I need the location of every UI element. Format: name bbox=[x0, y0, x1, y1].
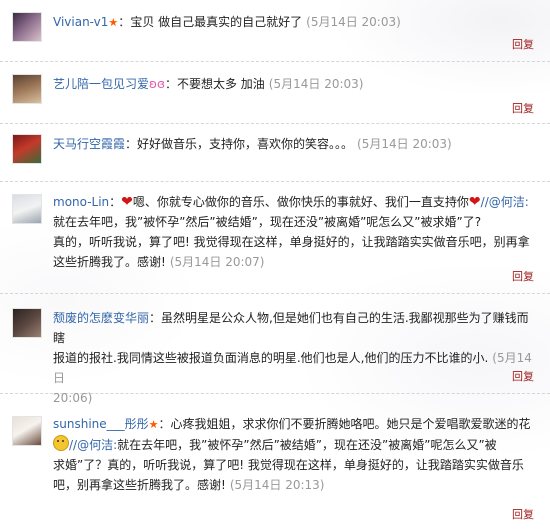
comment-username[interactable]: 颓废的怎麽变华丽 bbox=[53, 311, 149, 325]
reply-button[interactable]: 回复 bbox=[512, 506, 534, 522]
quoted-text: 就在去年吧，我”被怀孕”然后”被结婚”，现在还没”被离婚”呢怎么又”被 bbox=[117, 438, 497, 452]
comment-username[interactable]: 天马行空霞霞 bbox=[53, 137, 125, 151]
repost-reference-link[interactable]: //@何洁: bbox=[69, 438, 117, 452]
heart-icon: ❤ bbox=[468, 194, 481, 210]
comment-time: (5月14日 20:03) bbox=[268, 77, 364, 91]
quoted-text: 这些折腾我了。感谢! bbox=[53, 255, 166, 269]
quoted-text: 求婚”了？真的，听听我说，算了吧! 我觉得现在这样，单身挺好的，让我踏踏实实做音… bbox=[53, 458, 524, 472]
quoted-text: 就在去年吧，我”被怀孕”然后”被结婚”，现在还没”被离婚”呢怎么又”被求婚”了? bbox=[53, 215, 482, 229]
reply-button[interactable]: 回复 bbox=[512, 100, 534, 116]
reply-button[interactable]: 回复 bbox=[512, 36, 534, 52]
comment-time: (5月14日 20:03) bbox=[357, 137, 452, 151]
avatar[interactable] bbox=[12, 74, 42, 104]
comment-text: 好好做音乐，支持你，喜欢你的笑容。。。 bbox=[137, 137, 354, 151]
comment-username[interactable]: Vivian-v1 bbox=[53, 15, 108, 29]
heart-icon: ❤ bbox=[121, 194, 133, 210]
comment-time: (5月14日 20:03) bbox=[306, 15, 401, 29]
repost-reference-link[interactable]: //@何洁: bbox=[481, 195, 529, 209]
quoted-text: 吧，别再拿这些折腾我了。感谢! bbox=[53, 478, 226, 492]
reply-button[interactable]: 回复 bbox=[512, 268, 534, 284]
comment-username[interactable]: sunshine___彤彤 bbox=[53, 417, 149, 431]
comment-item: 艺儿陪一包见习爱ʚɞ：不要想太多 加油 (5月14日 20:03) 回复 bbox=[0, 62, 550, 124]
avatar[interactable] bbox=[12, 194, 42, 224]
comment-username[interactable]: mono-Lin bbox=[53, 195, 109, 209]
comment-text: 报道的报社.我同情这些被报道负面消息的明星.他们也是人,他们的压力不比谁的小. bbox=[53, 351, 489, 365]
comment-item: 颓废的怎麽变华丽：虽然明星是公众人物,但是她们也有自己的生活.我鄙视那些为了赚钱… bbox=[0, 294, 550, 405]
comment-text: 不要想太多 加油 bbox=[176, 77, 265, 91]
quoted-text: 真的，听听我说，算了吧! 我觉得现在这样，单身挺好的，让我踏踏实实做音乐吧，别再… bbox=[53, 235, 530, 249]
comment-time: (5月14日 20:13) bbox=[229, 478, 325, 492]
colon-separator: ： bbox=[125, 137, 138, 151]
colon-separator: ： bbox=[158, 417, 171, 431]
avatar[interactable] bbox=[12, 416, 42, 446]
crying-emoji-icon bbox=[53, 435, 69, 451]
vip-star-icon: ★ bbox=[108, 16, 119, 29]
vip-star-icon: ★ bbox=[148, 418, 159, 431]
comment-item: sunshine___彤彤★：心疼我姐姐，求求你们不要折腾她咯吧。她只是个爱唱歌… bbox=[0, 394, 550, 530]
avatar[interactable] bbox=[12, 134, 42, 164]
colon-separator: ： bbox=[149, 311, 162, 325]
avatar[interactable] bbox=[12, 308, 42, 338]
comment-text: 嗯、你就专心做你的音乐、做你快乐的事就好、我们一直支持你 bbox=[132, 195, 469, 209]
reply-button[interactable]: 回复 bbox=[512, 368, 534, 384]
colon-separator: ： bbox=[109, 195, 122, 209]
comment-username[interactable]: 艺儿陪一包见习爱 bbox=[53, 77, 149, 91]
comment-item: Vivian-v1★：宝贝 做自己最真实的自己就好了 (5月14日 20:03) … bbox=[0, 0, 550, 62]
comment-time: (5月14日 20:07) bbox=[169, 255, 265, 269]
comment-item: mono-Lin：❤嗯、你就专心做你的音乐、做你快乐的事就好、我们一直支持你❤/… bbox=[0, 182, 550, 294]
colon-separator: ： bbox=[164, 77, 177, 91]
colon-separator: ： bbox=[118, 15, 131, 29]
comment-text: 宝贝 做自己最真实的自己就好了 bbox=[130, 15, 303, 29]
comment-item: 天马行空霞霞：好好做音乐，支持你，喜欢你的笑容。。。 (5月14日 20:03) bbox=[0, 124, 550, 182]
avatar[interactable] bbox=[12, 12, 42, 42]
comment-text: 心疼我姐姐，求求你们不要折腾她咯吧。她只是个爱唱歌爱歌迷的花 bbox=[170, 417, 531, 431]
wings-icon: ʚɞ bbox=[149, 77, 165, 91]
